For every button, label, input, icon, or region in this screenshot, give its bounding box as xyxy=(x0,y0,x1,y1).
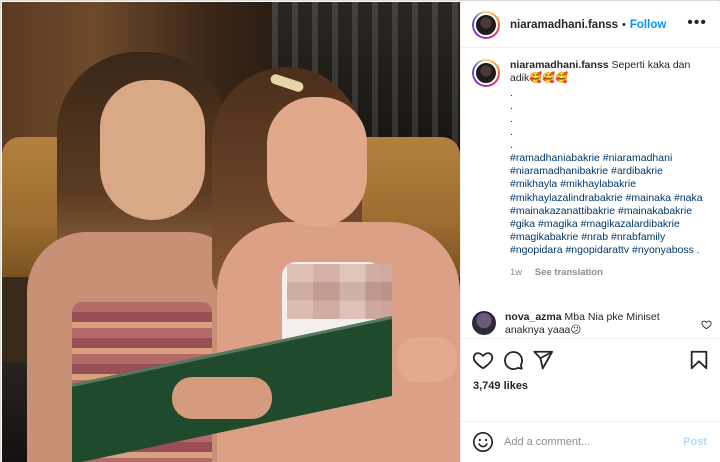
girl-face xyxy=(100,80,205,220)
woman-face xyxy=(267,97,367,227)
bookmark-icon[interactable] xyxy=(688,349,710,371)
share-icon[interactable] xyxy=(532,349,554,371)
commenter-avatar[interactable] xyxy=(472,311,496,335)
comments-list[interactable]: niaramadhani.fanss Seperti kaka dan adik… xyxy=(461,49,720,337)
caption-hashtags[interactable]: #ramadhaniabakrie #niaramadhani #niarama… xyxy=(510,152,712,258)
caption-dot-4: . xyxy=(510,126,513,138)
header-separator: • xyxy=(622,18,626,31)
commenter-username[interactable]: nova_azma xyxy=(505,311,562,323)
caption-dot-2: . xyxy=(510,100,513,112)
add-comment-bar: Post xyxy=(461,421,720,462)
more-options-icon[interactable]: ••• xyxy=(687,15,707,31)
instagram-post: niaramadhani.fanss • Follow ••• niaramad… xyxy=(0,0,720,462)
author-username[interactable]: niaramadhani.fanss xyxy=(510,19,618,31)
author-avatar[interactable] xyxy=(472,10,500,39)
comment-icon[interactable] xyxy=(502,349,524,371)
emoji-icon[interactable] xyxy=(472,431,494,453)
caption-dot-3: . xyxy=(510,113,513,125)
post-photo[interactable] xyxy=(2,2,460,462)
caption-dot-1: . xyxy=(510,87,513,99)
post-comment-button[interactable]: Post xyxy=(683,436,707,448)
censor-blur xyxy=(287,264,392,319)
caption-username[interactable]: niaramadhani.fanss xyxy=(510,59,609,71)
see-translation-link[interactable]: See translation xyxy=(535,267,603,278)
post-header: niaramadhani.fanss • Follow ••• xyxy=(461,2,720,48)
likes-count[interactable]: 3,749 likes xyxy=(473,380,528,392)
post-side-panel: niaramadhani.fanss • Follow ••• niaramad… xyxy=(460,2,720,462)
caption-meta: 1w See translation xyxy=(510,266,712,279)
comment-input[interactable] xyxy=(504,436,674,448)
comment-text: nova_azma Mba Nia pke Miniset anaknya ya… xyxy=(505,311,695,337)
post-age: 1w xyxy=(510,266,523,278)
comment-item: nova_azma Mba Nia pke Miniset anaknya ya… xyxy=(472,311,712,337)
heart-icon[interactable] xyxy=(472,349,494,371)
woman-hand xyxy=(397,337,457,382)
caption-avatar[interactable] xyxy=(472,59,500,87)
action-bar xyxy=(461,338,720,378)
caption: niaramadhani.fanss Seperti kaka dan adik… xyxy=(472,59,712,279)
caption-dot-5: . xyxy=(510,139,513,151)
girl-hand xyxy=(172,377,272,419)
comment-like-icon[interactable] xyxy=(701,319,712,333)
follow-button[interactable]: Follow xyxy=(630,19,666,31)
caption-text: niaramadhani.fanss Seperti kaka dan adik… xyxy=(510,59,712,279)
